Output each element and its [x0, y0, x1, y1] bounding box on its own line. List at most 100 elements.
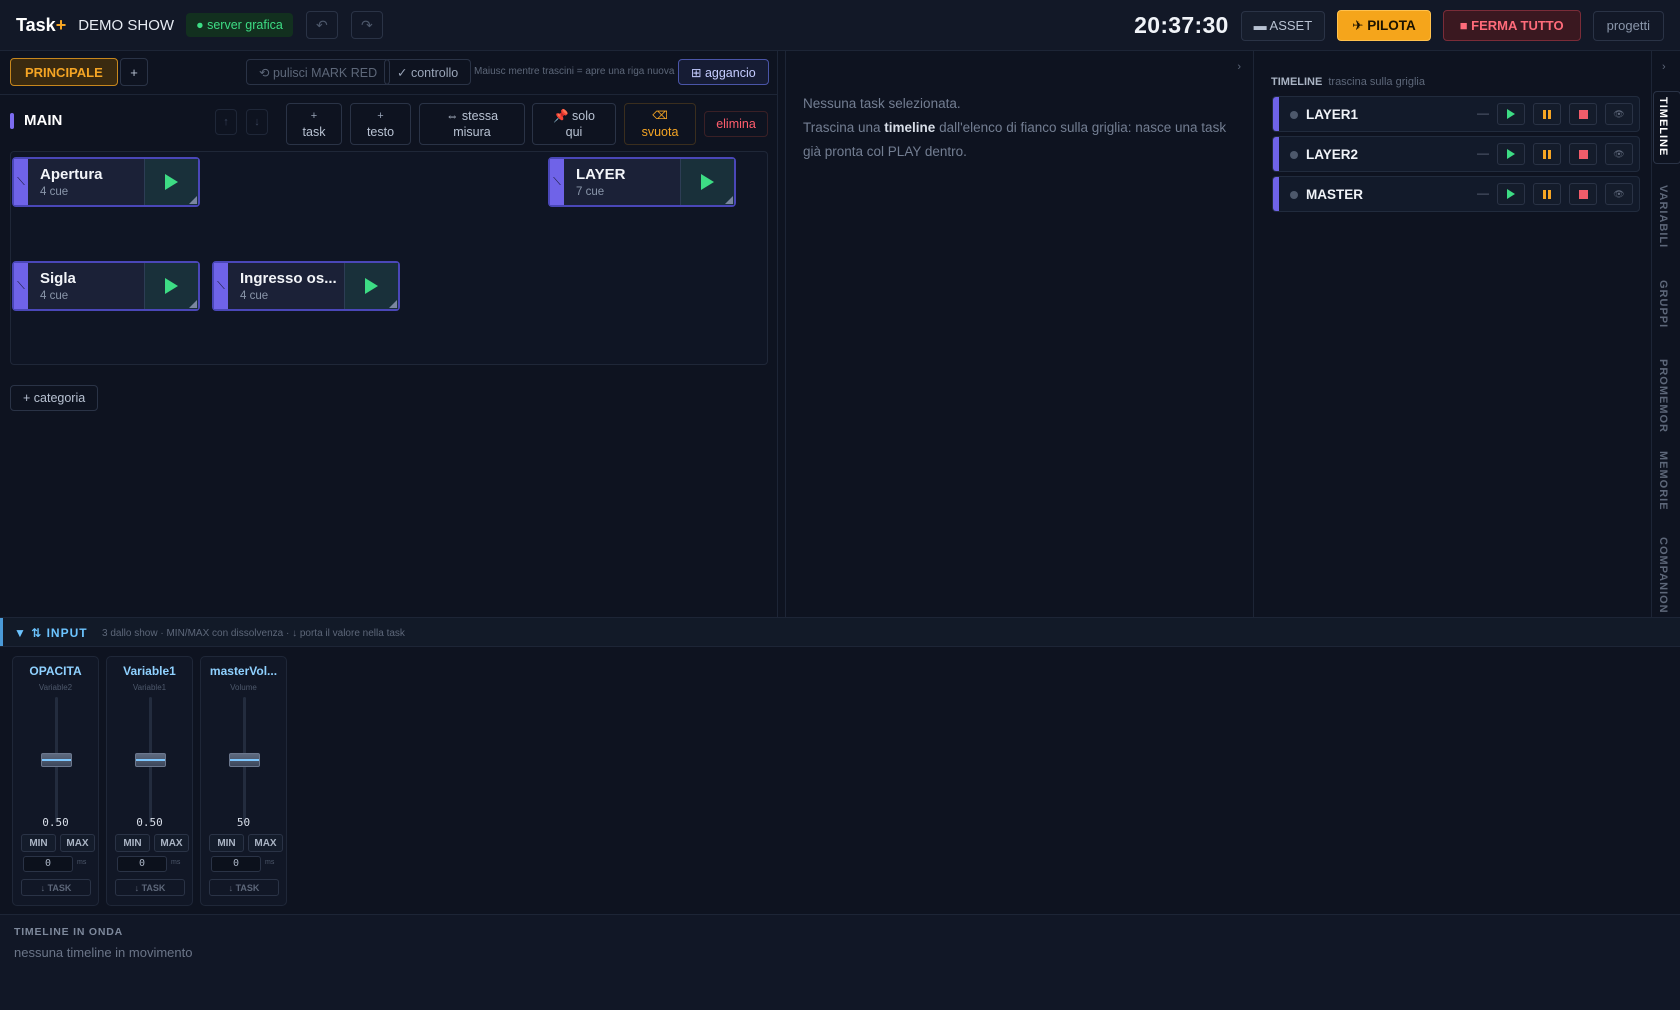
- clear-mark-red-button[interactable]: ⟲ pulisci MARK RED: [246, 59, 391, 85]
- check-button[interactable]: ✓ controllo: [384, 59, 472, 85]
- add-task-button[interactable]: + task: [286, 103, 342, 145]
- stop-icon: [1578, 189, 1588, 199]
- tab-variabili[interactable]: VARIABILI: [1657, 185, 1669, 248]
- max-button[interactable]: MAX: [60, 834, 95, 852]
- projects-button[interactable]: progetti: [1592, 10, 1664, 41]
- task-card[interactable]: ⟍ LAYER 7 cue: [548, 157, 736, 207]
- delete-category-button[interactable]: elimina: [704, 111, 768, 137]
- add-category-button[interactable]: + categoria: [10, 385, 99, 411]
- input-section-header[interactable]: ▼ ⇅ INPUT 3 dallo show · MIN/MAX con dis…: [0, 617, 1680, 647]
- fader-name: Variable1: [123, 664, 176, 678]
- eye-icon: 👁: [1613, 148, 1625, 159]
- app-logo: Task+: [16, 14, 67, 35]
- timeline-play-button[interactable]: [1497, 143, 1525, 165]
- min-button[interactable]: MIN: [115, 834, 150, 852]
- collapse-arrow-icon[interactable]: ›: [1237, 61, 1241, 73]
- snap-button[interactable]: ⊞ aggancio: [678, 59, 769, 85]
- timeline-preview-button[interactable]: 👁: [1605, 103, 1633, 125]
- timeline-play-button[interactable]: [1497, 183, 1525, 205]
- pause-icon: [1543, 109, 1551, 119]
- fader-name: masterVol...: [209, 664, 278, 678]
- eye-icon: 👁: [1613, 188, 1625, 199]
- max-button[interactable]: MAX: [154, 834, 189, 852]
- fade-ms-input[interactable]: 0: [211, 856, 261, 872]
- tab-principale[interactable]: PRINCIPALE: [10, 58, 118, 86]
- timeline-pause-button[interactable]: [1533, 103, 1561, 125]
- timeline-color-bar: [1273, 97, 1279, 131]
- timeline-header: TIMELINE trascina sulla griglia: [1271, 76, 1425, 88]
- move-category-up-button[interactable]: ↑: [215, 109, 237, 135]
- undo-icon: ↶: [315, 16, 328, 33]
- timeline-item[interactable]: MASTER — 👁: [1272, 176, 1640, 212]
- empty-category-button[interactable]: ⌫ svuota: [624, 103, 696, 145]
- fader-strip: Variable1 Variable1 0.50 MIN MAX 0 ms ↓ …: [106, 656, 193, 906]
- timeline-item[interactable]: LAYER2 — 👁: [1272, 136, 1640, 172]
- expand-arrow-icon[interactable]: ›: [1662, 61, 1666, 73]
- tab-promemoria[interactable]: PROMEMOR: [1657, 359, 1669, 433]
- task-grid[interactable]: ⟍ Apertura 4 cue ⟍ LAYER 7 cue ⟍ Sigla 4…: [10, 151, 768, 365]
- fader-knob[interactable]: [41, 753, 72, 767]
- task-card[interactable]: ⟍ Sigla 4 cue: [12, 261, 200, 311]
- category-color-bar: [10, 113, 14, 129]
- drag-handle[interactable]: ⟍: [14, 159, 28, 205]
- fader-source: Variable1: [132, 683, 167, 692]
- timeline-preview-button[interactable]: 👁: [1605, 143, 1633, 165]
- fader-knob[interactable]: [135, 753, 166, 767]
- task-cue-count: 4 cue: [40, 186, 69, 198]
- fade-ms-input[interactable]: 0: [117, 856, 167, 872]
- play-icon: [365, 278, 378, 294]
- add-page-button[interactable]: +: [120, 58, 148, 86]
- stop-all-button[interactable]: ■ FERMA TUTTO: [1442, 10, 1581, 41]
- resize-handle[interactable]: [725, 196, 733, 204]
- add-text-button[interactable]: + testo: [350, 103, 411, 145]
- pilota-button[interactable]: ✈ PILOTA: [1337, 10, 1431, 41]
- tab-timeline[interactable]: TIMELINE: [1653, 90, 1680, 165]
- clock: 20:37:30: [1134, 12, 1229, 38]
- send-to-task-button[interactable]: ↓ TASK: [115, 879, 185, 896]
- timeline-stop-button[interactable]: [1569, 183, 1597, 205]
- on-air-timelines-panel: TIMELINE IN ONDA nessuna timeline in mov…: [0, 914, 1680, 1010]
- drag-handle[interactable]: ⟍: [214, 263, 228, 309]
- play-icon: [165, 174, 178, 190]
- task-detail-panel: › Nessuna task selezionata. Trascina una…: [785, 51, 1254, 617]
- task-card[interactable]: ⟍ Apertura 4 cue: [12, 157, 200, 207]
- input-title[interactable]: ▼ ⇅ INPUT: [14, 626, 88, 640]
- timeline-item[interactable]: LAYER1 — 👁: [1272, 96, 1640, 132]
- task-name: Sigla: [40, 270, 76, 287]
- fader-strip: OPACITA Variable2 0.50 MIN MAX 0 ms ↓ TA…: [12, 656, 99, 906]
- send-to-task-button[interactable]: ↓ TASK: [21, 879, 91, 896]
- tab-memorie[interactable]: MEMORIE: [1657, 451, 1669, 511]
- drag-handle[interactable]: ⟍: [14, 263, 28, 309]
- resize-handle[interactable]: [189, 196, 197, 204]
- same-size-button[interactable]: ⇔ stessa misura: [419, 103, 525, 145]
- min-button[interactable]: MIN: [209, 834, 244, 852]
- max-button[interactable]: MAX: [248, 834, 283, 852]
- task-cue-count: 7 cue: [576, 186, 605, 198]
- pin-here-button[interactable]: 📌 solo qui: [532, 103, 616, 145]
- status-dot-icon: [1290, 191, 1298, 199]
- send-to-task-button[interactable]: ↓ TASK: [209, 879, 279, 896]
- show-name: DEMO SHOW: [78, 16, 175, 34]
- tab-companion[interactable]: COMPANION: [1657, 537, 1669, 614]
- task-card[interactable]: ⟍ Ingresso os... 4 cue: [212, 261, 400, 311]
- timeline-preview-button[interactable]: 👁: [1605, 183, 1633, 205]
- min-button[interactable]: MIN: [21, 834, 56, 852]
- timeline-pause-button[interactable]: [1533, 143, 1561, 165]
- resize-handle[interactable]: [189, 300, 197, 308]
- move-category-down-button[interactable]: ↓: [246, 109, 268, 135]
- fade-ms-input[interactable]: 0: [23, 856, 73, 872]
- timeline-pause-button[interactable]: [1533, 183, 1561, 205]
- task-name: Apertura: [40, 166, 103, 183]
- undo-button[interactable]: ↶: [305, 11, 338, 39]
- drag-handle[interactable]: ⟍: [550, 159, 564, 205]
- task-name: Ingresso os...: [240, 270, 337, 287]
- fader-knob[interactable]: [229, 753, 260, 767]
- timeline-stop-button[interactable]: [1569, 143, 1597, 165]
- redo-button[interactable]: ↷: [350, 11, 383, 39]
- asset-button[interactable]: ▬ ASSET: [1240, 10, 1326, 41]
- resize-handle[interactable]: [389, 300, 397, 308]
- timeline-color-bar: [1273, 177, 1279, 211]
- tab-gruppi[interactable]: GRUPPI: [1657, 280, 1669, 328]
- timeline-stop-button[interactable]: [1569, 103, 1597, 125]
- timeline-play-button[interactable]: [1497, 103, 1525, 125]
